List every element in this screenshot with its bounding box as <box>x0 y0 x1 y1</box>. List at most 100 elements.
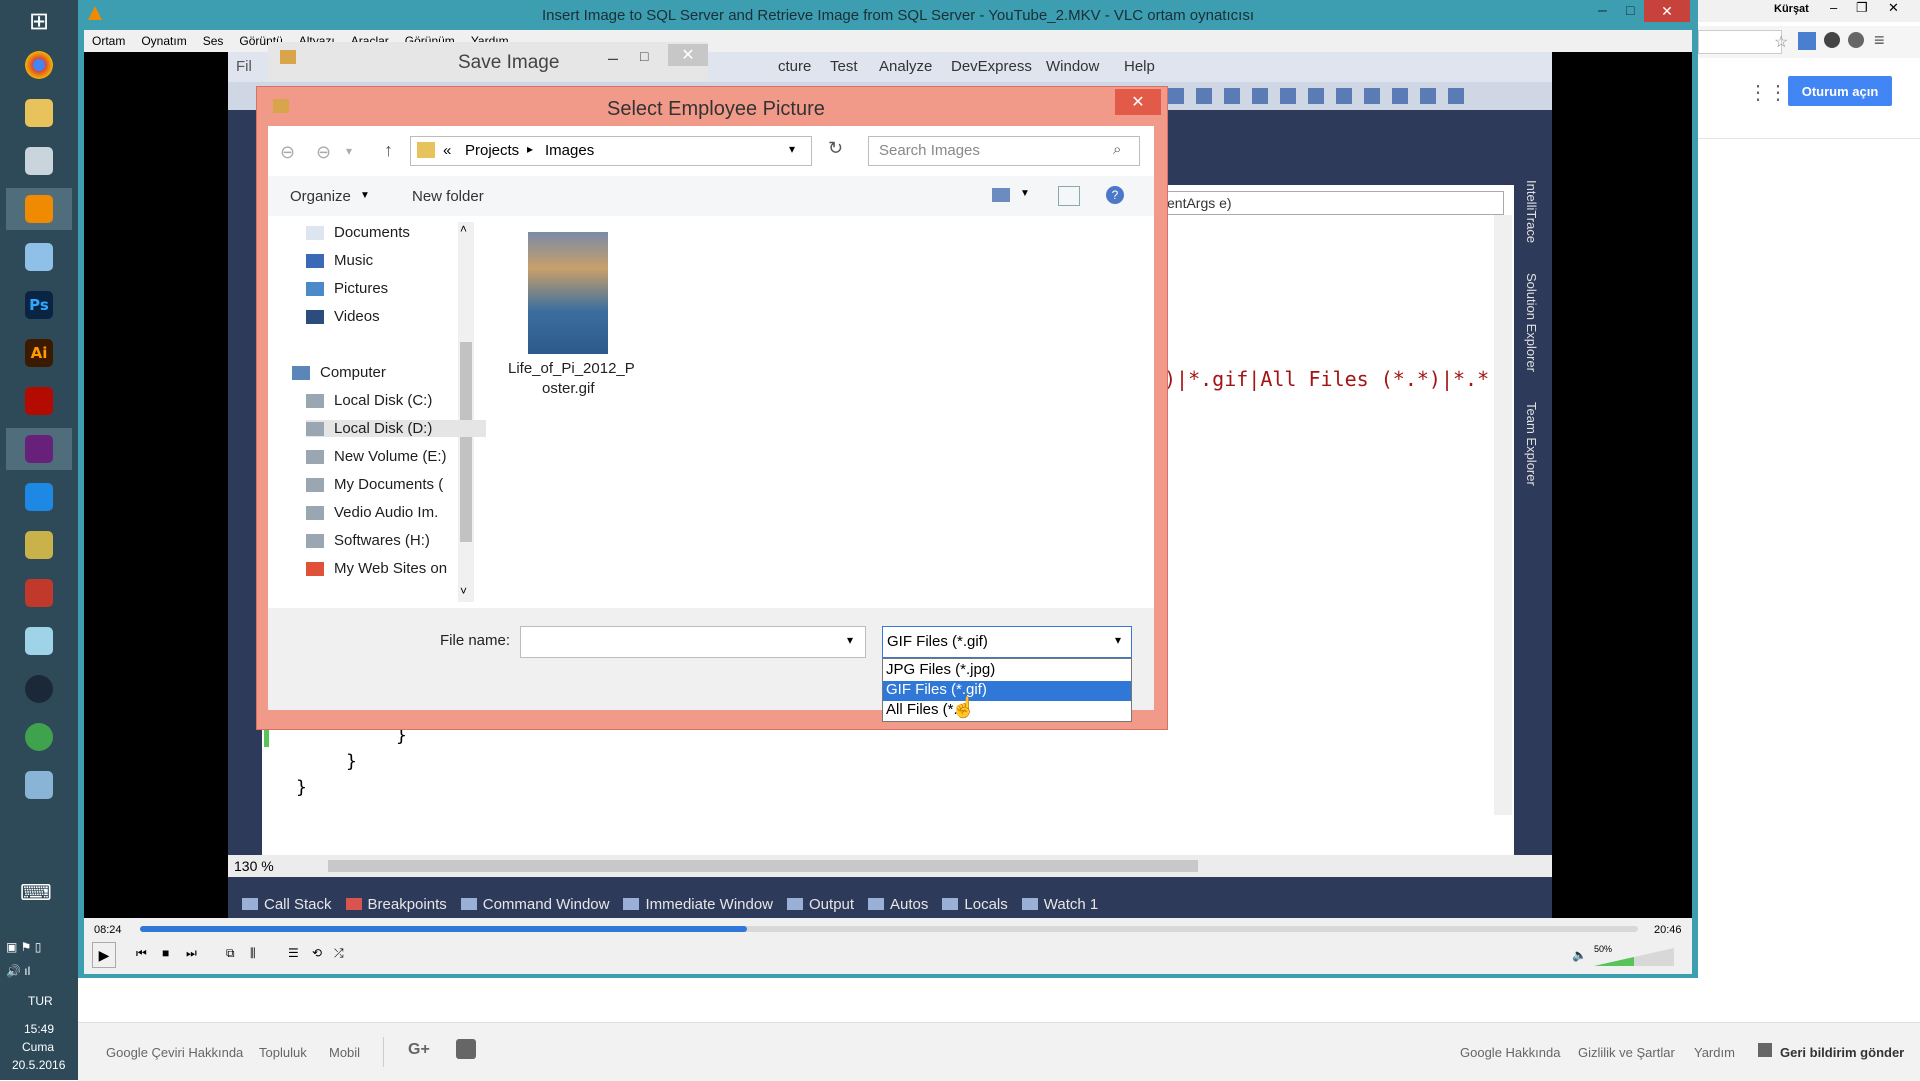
menu-ortam[interactable]: Ortam <box>92 34 125 48</box>
vs-menu-window[interactable]: Window <box>1046 58 1099 75</box>
maximize-icon[interactable]: □ <box>1626 2 1634 18</box>
file-name-line2[interactable]: oster.gif <box>542 380 595 397</box>
footer-link-help[interactable]: Yardım <box>1694 1045 1735 1060</box>
close-button[interactable]: ✕ <box>668 44 708 66</box>
menu-icon[interactable]: ≡ <box>1874 30 1885 51</box>
vs-menu-test[interactable]: Test <box>830 58 858 75</box>
back-arrow-icon[interactable]: ⊖ <box>280 142 295 163</box>
nav-item-my-documents[interactable]: My Documents ( <box>306 476 443 493</box>
vertical-scrollbar[interactable] <box>1494 215 1512 815</box>
speaker-icon[interactable]: 🔈 <box>1572 948 1587 962</box>
tab-locals[interactable]: Locals <box>942 896 1008 913</box>
chevron-down-icon[interactable]: ▾ <box>847 633 853 647</box>
clock-day[interactable]: Cuma <box>22 1040 54 1054</box>
minimize-icon[interactable]: – <box>1598 2 1607 20</box>
taskbar-acrobat[interactable] <box>6 380 72 422</box>
vs-menu-file-fragment[interactable]: Fil <box>236 58 252 75</box>
close-icon[interactable]: ✕ <box>1888 0 1899 16</box>
recent-dropdown-icon[interactable]: ▾ <box>346 144 352 158</box>
footer-link-about-google[interactable]: Google Hakkında <box>1460 1045 1560 1060</box>
blogger-icon[interactable] <box>456 1039 476 1059</box>
playlist-icon[interactable]: ☰ <box>288 946 299 960</box>
previous-icon[interactable]: ⏮ <box>136 946 147 961</box>
signin-button[interactable]: Oturum açın <box>1788 76 1892 106</box>
apps-grid-icon[interactable]: ⋮⋮ <box>1748 80 1788 105</box>
taskbar-paint[interactable] <box>6 236 72 278</box>
restore-icon[interactable]: ❐ <box>1856 0 1868 16</box>
browser-user[interactable]: Kürşat <box>1774 3 1809 15</box>
taskbar-explorer[interactable] <box>6 92 72 134</box>
clock-time[interactable]: 15:49 <box>24 1022 54 1036</box>
nav-item-music[interactable]: Music <box>306 252 373 269</box>
stop-icon[interactable]: ■ <box>162 946 169 960</box>
fullscreen-icon[interactable]: ⧉ <box>226 946 235 961</box>
intellitrace-tab[interactable]: IntelliTrace <box>1524 180 1539 243</box>
scrollbar-thumb[interactable] <box>460 342 472 542</box>
team-explorer-tab[interactable]: Team Explorer <box>1524 402 1539 486</box>
nav-item-computer[interactable]: Computer <box>292 364 386 381</box>
language-indicator[interactable]: TUR <box>28 994 53 1008</box>
nav-item-local-disk-c[interactable]: Local Disk (C:) <box>306 392 432 409</box>
tab-command-window[interactable]: Command Window <box>460 896 609 913</box>
footer-link-feedback[interactable]: Geri bildirim gönder <box>1780 1045 1904 1060</box>
chevron-down-icon[interactable]: ▼ <box>360 190 370 201</box>
toolbar-icons[interactable] <box>1168 88 1468 104</box>
clock-date[interactable]: 20.5.2016 <box>12 1058 65 1072</box>
breadcrumb-projects[interactable]: Projects <box>465 142 519 159</box>
preview-pane-icon[interactable] <box>1058 186 1080 206</box>
taskbar-notepad[interactable] <box>6 620 72 662</box>
volume-tray-icon[interactable]: 🔊 ıl <box>6 964 30 978</box>
nav-scrollbar[interactable]: ˄ ˅ <box>458 222 474 602</box>
nav-item-local-disk-d[interactable]: Local Disk (D:) <box>306 420 486 437</box>
address-bar[interactable]: « Projects ▸ Images ▾ <box>410 136 812 166</box>
extended-settings-icon[interactable]: ⫼ <box>250 946 256 961</box>
taskbar-download-manager[interactable] <box>6 716 72 758</box>
shuffle-icon[interactable]: ⤮ <box>334 946 344 961</box>
nav-item-softwares-h[interactable]: Softwares (H:) <box>306 532 430 549</box>
tab-call-stack[interactable]: Call Stack <box>242 896 332 913</box>
taskbar-access[interactable] <box>6 572 72 614</box>
taskbar-calculator[interactable] <box>6 764 72 806</box>
taskbar-chrome[interactable] <box>6 44 72 86</box>
solution-explorer-tab[interactable]: Solution Explorer <box>1524 273 1539 372</box>
horizontal-scrollbar[interactable] <box>328 860 1198 872</box>
file-type-option[interactable]: All Files (*.*) <box>883 701 1131 721</box>
footer-link-about-translate[interactable]: Google Çeviri Hakkında <box>106 1045 243 1060</box>
dialog-close-button[interactable]: ✕ <box>1115 89 1161 115</box>
minimize-icon[interactable]: – <box>608 48 618 69</box>
vs-menu-architecture[interactable]: cture <box>778 58 811 75</box>
view-icon[interactable] <box>992 188 1010 202</box>
breadcrumb-images[interactable]: Images <box>545 142 594 159</box>
chevron-down-icon[interactable]: ▼ <box>1020 188 1030 199</box>
file-name-line1[interactable]: Life_of_Pi_2012_P <box>508 360 635 377</box>
tab-watch-1[interactable]: Watch 1 <box>1021 896 1098 913</box>
loop-icon[interactable]: ⟲ <box>312 946 322 960</box>
file-type-option-selected[interactable]: GIF Files (*.gif) <box>883 681 1131 701</box>
file-name-input[interactable]: ▾ <box>520 626 866 658</box>
vs-menu-help[interactable]: Help <box>1124 58 1155 75</box>
play-button[interactable]: ▶ <box>92 942 116 968</box>
maximize-icon[interactable]: □ <box>640 48 648 64</box>
taskbar-vscode[interactable] <box>6 476 72 518</box>
tab-autos[interactable]: Autos <box>868 896 928 913</box>
volume-slider[interactable]: 50% <box>1594 944 1674 966</box>
nav-item-pictures[interactable]: Pictures <box>306 280 388 297</box>
menu-oynatim[interactable]: Oynatım <box>141 34 186 48</box>
keyboard-icon[interactable]: ⌨ <box>20 880 52 906</box>
next-icon[interactable]: ⏭ <box>186 946 197 961</box>
search-icon[interactable]: ⌕ <box>1113 141 1121 158</box>
translate-extension-icon[interactable] <box>1798 32 1816 50</box>
taskbar-illustrator[interactable]: Ai <box>6 332 72 374</box>
search-input[interactable]: Search Images ⌕ <box>868 136 1140 166</box>
vs-menu-analyze[interactable]: Analyze <box>879 58 932 75</box>
start-button[interactable]: ⊞ <box>6 0 72 42</box>
footer-link-privacy[interactable]: Gizlilik ve Şartlar <box>1578 1045 1675 1060</box>
nav-item-videos[interactable]: Videos <box>306 308 380 325</box>
taskbar-visual-studio[interactable] <box>6 428 72 470</box>
file-type-select[interactable]: GIF Files (*.gif) ▾ <box>882 626 1132 658</box>
system-tray-icons[interactable]: ▣ ⚑ ▯ <box>6 940 41 954</box>
nav-item-new-volume-e[interactable]: New Volume (E:) <box>306 448 447 465</box>
minimize-icon[interactable]: – <box>1830 0 1837 15</box>
tab-output[interactable]: Output <box>787 896 854 913</box>
taskbar-photoshop[interactable]: Ps <box>6 284 72 326</box>
